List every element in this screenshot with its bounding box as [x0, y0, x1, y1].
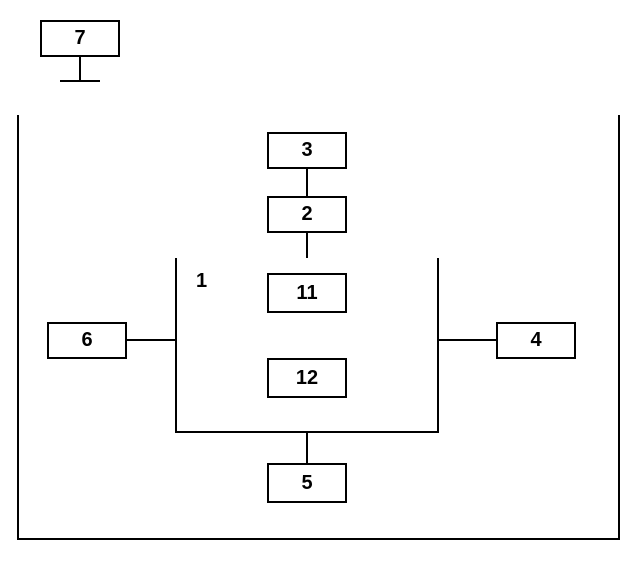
node-5: 5	[267, 463, 347, 503]
node-7: 7	[40, 20, 120, 57]
container-1-right	[437, 258, 439, 433]
node-6: 6	[47, 322, 127, 359]
container-1-label: 1	[196, 270, 207, 293]
outer-left-line	[17, 115, 19, 540]
node-4: 4	[496, 322, 576, 359]
node-12: 12	[267, 358, 347, 398]
connector-container-5	[306, 433, 308, 463]
node-11: 11	[267, 273, 347, 313]
connector-2-down	[306, 233, 308, 258]
connector-6-container	[127, 339, 175, 341]
node-2-label: 2	[301, 203, 312, 226]
node-7-label: 7	[74, 27, 85, 50]
node-11-label: 11	[296, 282, 317, 305]
node-6-label: 6	[81, 329, 92, 352]
node-3-label: 3	[301, 139, 312, 162]
node-3: 3	[267, 132, 347, 169]
node-7-cap	[60, 80, 100, 82]
connector-container-4	[439, 339, 496, 341]
outer-right-line	[618, 115, 620, 540]
connector-3-2	[306, 169, 308, 196]
outer-bottom-line	[17, 538, 620, 540]
node-2: 2	[267, 196, 347, 233]
node-5-label: 5	[301, 472, 312, 495]
container-1-left	[175, 258, 177, 433]
node-12-label: 12	[296, 367, 318, 390]
node-4-label: 4	[530, 329, 541, 352]
node-7-stem	[79, 57, 81, 80]
